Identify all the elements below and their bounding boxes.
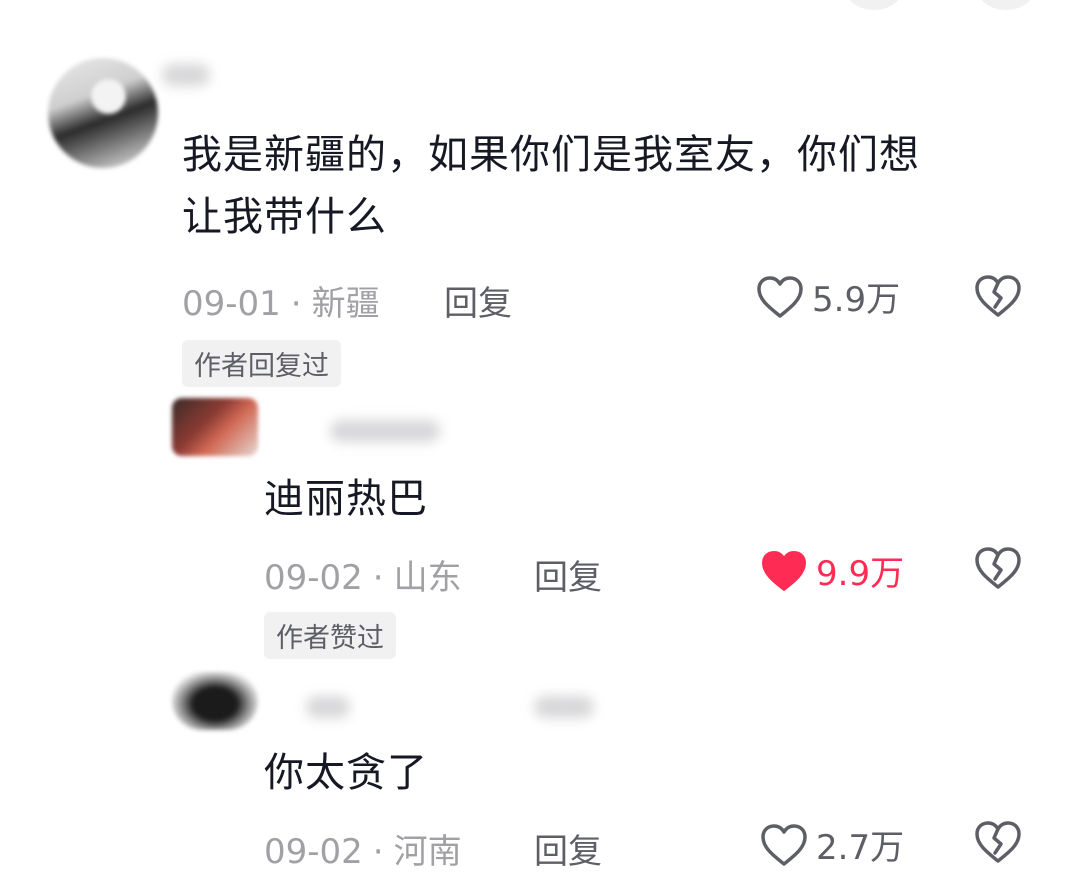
avatar[interactable] [172,672,258,730]
comment-location: 新疆 [311,284,380,324]
avatar[interactable] [172,398,258,456]
avatar[interactable] [48,58,158,168]
heart-icon [761,823,807,866]
username[interactable] [330,420,440,442]
reply-meta: 09-02 · 山东 [264,558,462,598]
comment-meta: 09-01 · 新疆 [182,284,380,324]
like-count: 5.9万 [812,280,901,320]
reply-date: 09-02 [264,832,363,872]
broken-heart-icon[interactable] [974,820,1022,864]
comment-text: 我是新疆的，如果你们是我室友，你们想 让我带什么 [182,132,920,240]
heart-icon [757,275,803,318]
like-button[interactable]: 2.7万 [760,820,904,869]
broken-heart-icon[interactable] [974,274,1022,318]
comment-date: 09-01 [182,284,281,324]
heart-filled-icon [762,550,806,591]
reply-text: 你太贪了 [264,750,428,796]
reply-button[interactable]: 回复 [444,276,512,325]
reply-location: 山东 [393,558,462,598]
like-button[interactable]: 9.9万 [760,546,904,595]
author-replied-tag: 作者回复过 [182,340,341,387]
reply-text: 迪丽热巴 [264,476,428,522]
top-action-button[interactable] [846,0,902,10]
reply-button[interactable]: 回复 [534,550,602,599]
like-button[interactable]: 5.9万 [756,272,900,321]
broken-heart-icon[interactable] [974,546,1022,590]
reply-button[interactable]: 回复 [534,824,602,873]
reply-location: 河南 [393,832,462,872]
author-liked-tag: 作者赞过 [264,612,396,659]
like-count: 9.9万 [816,554,905,594]
top-action-button[interactable] [978,0,1034,10]
reply-meta: 09-02 · 河南 [264,832,462,872]
like-count: 2.7万 [816,828,905,868]
username[interactable] [162,64,210,86]
username-part [534,696,594,718]
username[interactable] [306,696,350,718]
reply-date: 09-02 [264,558,363,598]
